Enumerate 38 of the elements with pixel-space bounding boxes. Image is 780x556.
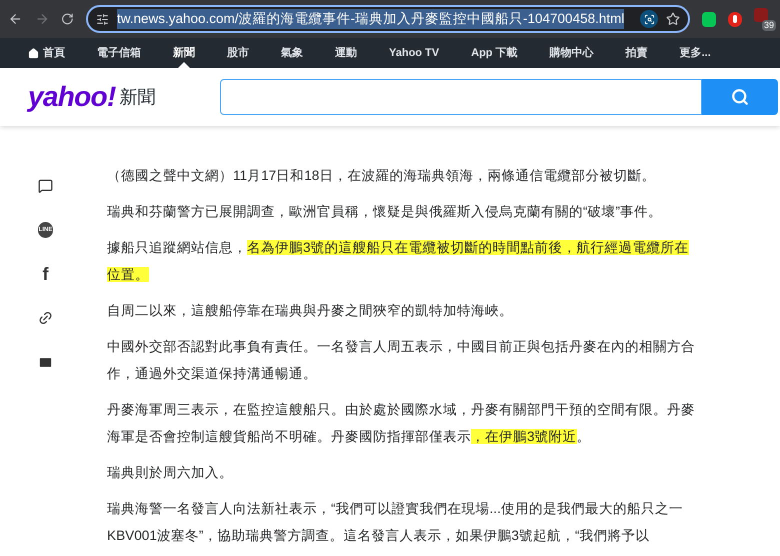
comment-icon[interactable] xyxy=(38,178,53,194)
nav-link[interactable]: 新聞 xyxy=(173,44,195,62)
nav-link[interactable]: 電子信箱 xyxy=(97,44,141,62)
article-paragraph: 瑞典則於周六加入。 xyxy=(107,464,234,482)
site-info-icon[interactable] xyxy=(96,12,109,26)
bookmark-star-icon[interactable] xyxy=(666,12,680,26)
lens-icon[interactable] xyxy=(640,10,658,28)
nav-link[interactable]: 運動 xyxy=(335,44,357,62)
extension-badge: 39 xyxy=(762,20,776,31)
back-icon[interactable] xyxy=(8,11,23,27)
nav-link[interactable]: 股市 xyxy=(227,44,249,62)
nav-link[interactable]: 氣象 xyxy=(281,44,303,62)
article-paragraph: 中國外交部否認對此事負有責任。一名發言人周五表示，中國目前正與包括丹麥在內的相關方合作，通過外交渠道保持溝通暢通。 xyxy=(107,338,696,383)
facebook-share-icon[interactable]: f xyxy=(42,265,48,283)
article-paragraph: （德國之聲中文網）11月17日和18日，在波羅的海瑞典領海，兩條通信電纜部分被切斷。 xyxy=(107,167,656,185)
article-paragraph: 丹麥海軍周三表示，在監控這艘船只。由於處於國際水域，丹麥有關部門干預的空間有限。丹麥海軍是否會控制這艘貨船尚不明確。丹麥國防指揮部僅表示，在伊鵬3號附近。 xyxy=(107,401,696,446)
nav-link[interactable]: 拍賣 xyxy=(626,44,648,62)
article-paragraph: 據船只追蹤網站信息，名為伊鵬3號的這艘船只在電纜被切斷的時間點前後，航行經過電纜所在位置。 xyxy=(107,239,690,284)
chat-extension-icon[interactable] xyxy=(702,12,716,26)
nav-link[interactable]: 首頁 xyxy=(28,44,65,62)
article-paragraph: 瑞典和芬蘭警方已展開調查，歐洲官員稱，懷疑是與俄羅斯入侵烏克蘭有關的“破壞”事件。 xyxy=(107,203,664,221)
nav-link[interactable]: 購物中心 xyxy=(550,44,594,62)
hand-extension-icon[interactable] xyxy=(728,12,742,26)
search-field[interactable] xyxy=(220,79,702,115)
nav-link[interactable]: App 下載 xyxy=(471,44,518,62)
search-icon xyxy=(731,88,749,106)
section-title: 新聞 xyxy=(120,86,156,108)
nav-link[interactable]: 更多... xyxy=(680,44,711,62)
address-bar[interactable]: tw.news.yahoo.com/波羅的海電纜事件-瑞典加入丹麥監控中國船只-104700458.html xyxy=(86,5,690,33)
article-paragraph: 瑞典海警一名發言人向法新社表示，“我們可以證實我們在現場...使用的是我們最大的船只之一KBV001波塞冬”，協助瑞典警方調查。這名發言人表示，如果伊鵬3號起航，“我們將予以 xyxy=(107,500,684,545)
nav-link[interactable]: Yahoo TV xyxy=(389,44,440,62)
reload-icon[interactable] xyxy=(61,12,74,26)
forward-icon[interactable] xyxy=(34,11,50,27)
article-paragraph: 自周二以來，這艘船停靠在瑞典與丹麥之間狹窄的凱特加特海峽。 xyxy=(107,302,514,320)
home-icon xyxy=(28,48,39,58)
url-text[interactable]: tw.news.yahoo.com/波羅的海電纜事件-瑞典加入丹麥監控中國船只-104700458.html xyxy=(116,8,624,30)
yahoo-logo[interactable]: yahoo! xyxy=(28,83,116,111)
search-button[interactable] xyxy=(702,79,778,115)
